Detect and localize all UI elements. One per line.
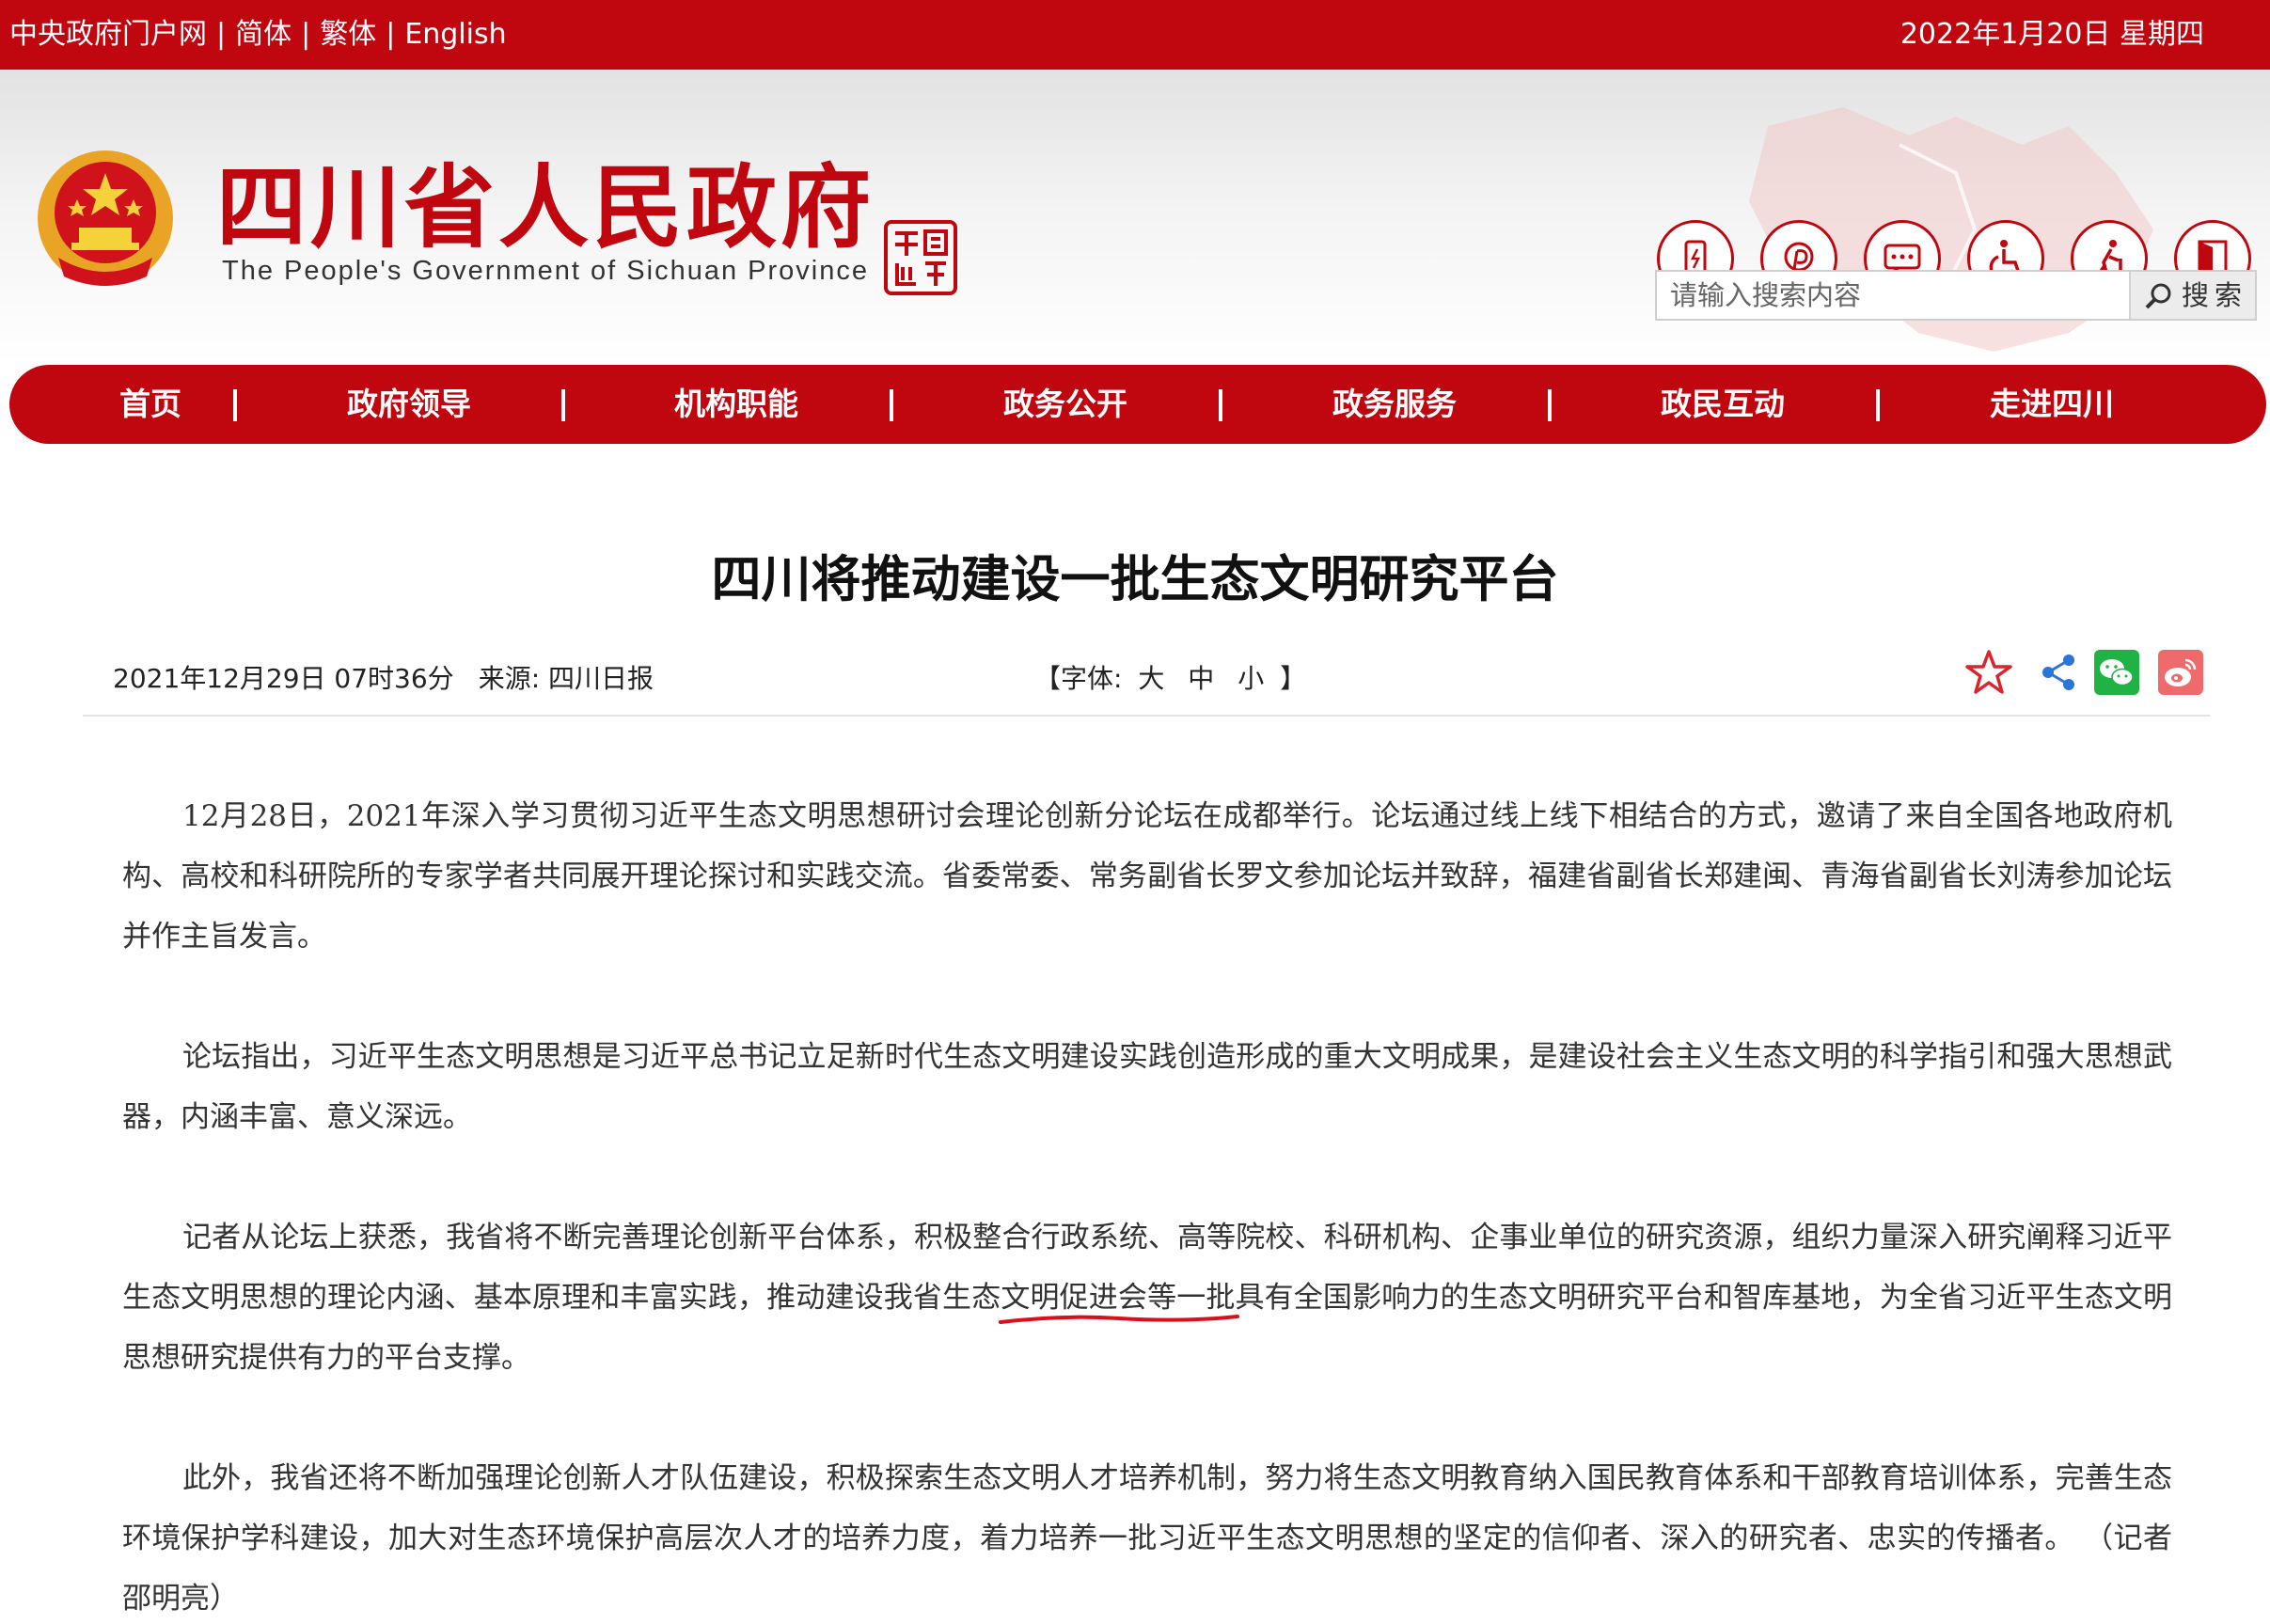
nav-sichuan[interactable]: 走进四川 [1953, 365, 2151, 444]
share-icon[interactable] [2035, 649, 2082, 696]
nav-separator [233, 389, 237, 421]
link-english[interactable]: English [404, 17, 506, 53]
font-size-label-close: 】 [1280, 663, 1307, 694]
separator: | [301, 18, 311, 51]
nav-gov-affairs[interactable]: 政务公开 [967, 365, 1164, 444]
current-date: 2022年1月20日 星期四 [1900, 18, 2204, 51]
nav-separator [1876, 389, 1880, 421]
nav-separator [1219, 389, 1222, 421]
link-simplified[interactable]: 简体 [235, 17, 292, 53]
site-header: 四川省人民政府 The People's Government of Sichu… [0, 70, 2270, 363]
nav-separator [890, 389, 893, 421]
font-size-large[interactable]: 大 [1138, 663, 1164, 694]
article-meta: 2021年12月29日 07时36分 来源: 四川日报 [113, 658, 654, 700]
nav-institutions[interactable]: 机构职能 [638, 365, 835, 444]
separator: | [386, 18, 396, 51]
site-subtitle: The People's Government of Sichuan Provi… [222, 256, 869, 286]
highlight-underline [999, 1315, 1239, 1324]
search-icon [2145, 283, 2171, 309]
national-emblem-icon [38, 150, 173, 286]
weibo-icon[interactable] [2157, 649, 2204, 696]
favorite-star-icon[interactable] [1965, 649, 2012, 696]
article-paragraph: 记者从论坛上获悉，我省将不断完善理论创新平台体系，积极整合行政系统、高等院校、科… [122, 1221, 2172, 1375]
share-bar [1965, 649, 2210, 702]
article-source: 来源: 四川日报 [478, 663, 654, 694]
site-title: 四川省人民政府 [216, 155, 875, 260]
link-traditional[interactable]: 繁体 [320, 17, 376, 53]
main-nav: 首页 政府领导 机构职能 政务公开 政务服务 政民互动 走进四川 [9, 365, 2266, 444]
nav-leaders[interactable]: 政府领导 [310, 365, 508, 444]
search-button[interactable]: 搜索 [2129, 272, 2255, 319]
nav-separator [561, 389, 565, 421]
article-paragraph: 论坛指出，习近平生态文明思想是习近平总书记立足新时代生态文明建设实践创造形成的重… [122, 1040, 2172, 1134]
article-datetime: 2021年12月29日 07时36分 [113, 663, 454, 694]
nav-home[interactable]: 首页 [85, 365, 216, 444]
article-title: 四川将推动建设一批生态文明研究平台 [711, 551, 1559, 608]
font-size-label: 【字体: [1034, 663, 1123, 694]
nav-services[interactable]: 政务服务 [1296, 365, 1493, 444]
search-input[interactable] [1657, 272, 2127, 319]
top-bar: 中央政府门户网 | 简体 | 繁体 | English 2022年1月20日 星期四 [0, 0, 2270, 70]
font-size-control: 【字体: 大 中 小 】 [1034, 658, 1306, 700]
font-size-medium[interactable]: 中 [1188, 663, 1214, 694]
wechat-icon[interactable] [2093, 649, 2140, 696]
nav-separator [1548, 389, 1552, 421]
seal-logo-icon [884, 220, 957, 295]
meta-divider [83, 715, 2210, 717]
article-paragraph: 12月28日，2021年深入学习贯彻习近平生态文明思想研讨会理论创新分论坛在成都… [122, 799, 2172, 954]
font-size-small[interactable]: 小 [1237, 663, 1264, 694]
top-links: 中央政府门户网 | 简体 | 繁体 | English [9, 17, 507, 53]
search-button-label: 搜索 [2182, 279, 2248, 311]
nav-interaction[interactable]: 政民互动 [1624, 365, 1821, 444]
link-central-gov[interactable]: 中央政府门户网 [9, 17, 207, 53]
article-paragraph: 此外，我省还将不断加强理论创新人才队伍建设，积极探索生态文明人才培养机制，努力将… [122, 1461, 2172, 1616]
search-box: 搜索 [1655, 270, 2257, 321]
separator: | [216, 18, 227, 51]
